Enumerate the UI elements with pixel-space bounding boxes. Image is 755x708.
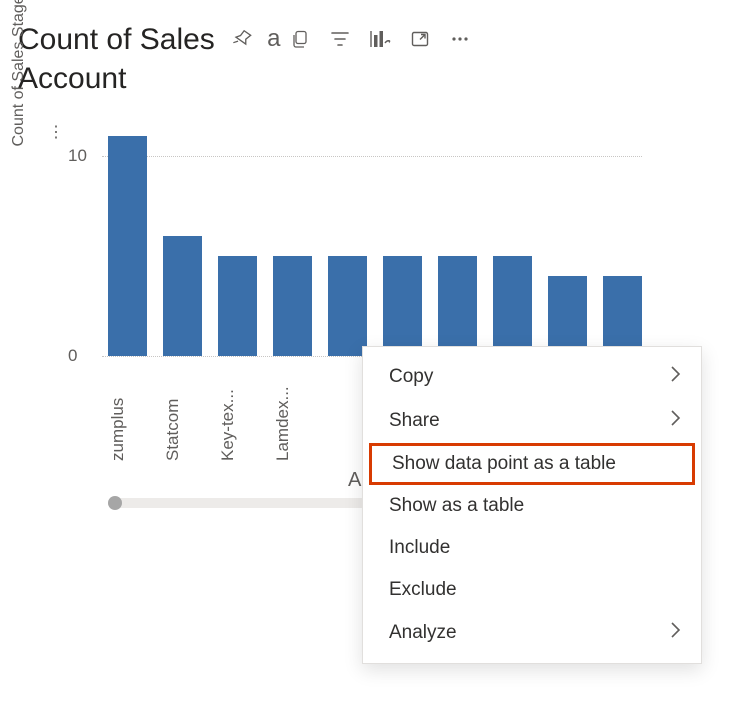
more-options-icon[interactable] [449,28,471,50]
menu-item-show-as-a-table[interactable]: Show as a table [363,485,701,527]
visual-toolbar: a [231,23,470,54]
bar[interactable] [603,276,642,356]
menu-item-share[interactable]: Share [363,399,701,443]
chart-title: Count of Sales a [18,20,737,98]
menu-item-include[interactable]: Include [363,527,701,569]
bar[interactable] [273,256,312,356]
menu-item-analyze[interactable]: Analyze [363,611,701,655]
menu-item-show-data-point-as-a-table[interactable]: Show data point as a table [369,443,695,485]
x-tick-label: zumplus [108,366,147,461]
copy-icon[interactable] [289,28,311,50]
y-tick-0: 0 [68,346,77,366]
x-tick-label: Statcom [163,366,202,461]
bar[interactable] [328,256,367,356]
menu-item-label: Analyze [389,622,457,644]
y-axis-options-icon[interactable]: ⋮ [48,122,66,142]
menu-item-label: Share [389,410,440,432]
pin-icon[interactable] [231,28,253,50]
bar[interactable] [548,276,587,356]
x-tick-label: Lamdex... [273,366,312,461]
title-line-2: Account [18,62,126,95]
bar[interactable] [438,256,477,356]
chevron-right-icon [670,409,681,433]
bar[interactable] [108,136,147,356]
menu-item-label: Copy [389,366,433,388]
bar[interactable] [218,256,257,356]
bar[interactable] [383,256,422,356]
y-axis-label: Count of Sales Stage ... [10,0,28,172]
bars-container [108,116,642,356]
chevron-right-icon [670,621,681,645]
bar[interactable] [163,236,202,356]
spotlight-icon[interactable] [369,28,391,50]
menu-item-label: Include [389,537,450,559]
y-tick-10: 10 [68,146,87,166]
focus-mode-icon[interactable] [409,28,431,50]
x-tick-label: Key-tex... [218,366,257,461]
chevron-right-icon [670,365,681,389]
menu-item-exclude[interactable]: Exclude [363,569,701,611]
filter-icon[interactable] [329,28,351,50]
menu-item-label: Show data point as a table [392,453,616,475]
context-menu: Copy Share Show data point as a table Show … [362,346,702,664]
truncated-text-fragment: a [267,23,280,54]
bar[interactable] [493,256,532,356]
menu-item-label: Exclude [389,579,457,601]
menu-item-label: Show as a table [389,495,524,517]
plot-area: 10 0 [102,116,642,356]
title-line-1: Count of Sales [18,23,215,56]
scrollbar-thumb[interactable] [108,496,122,510]
menu-item-copy[interactable]: Copy [363,355,701,399]
